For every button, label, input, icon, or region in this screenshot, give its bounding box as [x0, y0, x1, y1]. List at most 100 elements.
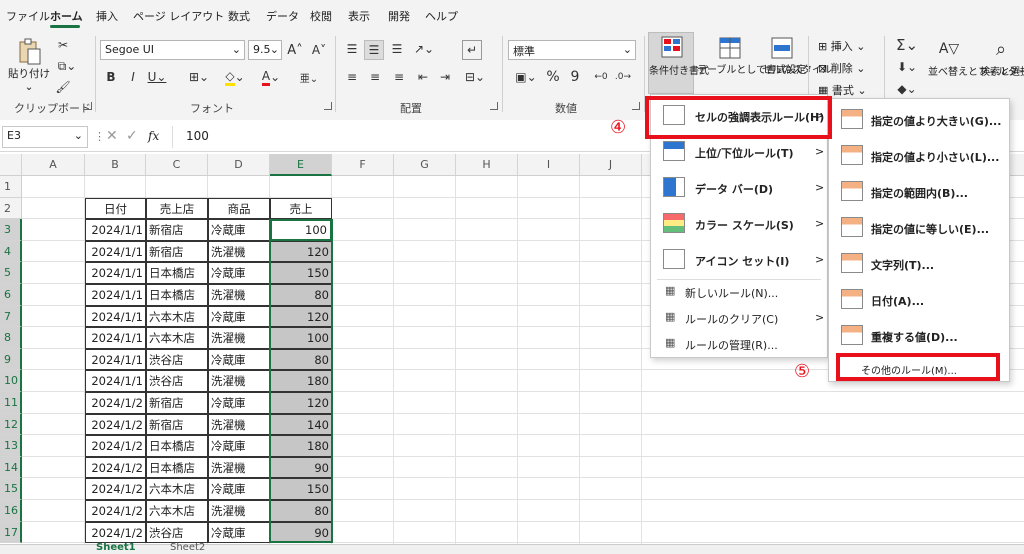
row-header-13[interactable]: 13: [0, 435, 22, 457]
menu-item-label[interactable]: ルールの管理(R)...: [685, 337, 778, 353]
row-header-1[interactable]: 1: [0, 176, 22, 198]
sales-cell[interactable]: 90: [270, 456, 332, 479]
row-header-14[interactable]: 14: [0, 456, 22, 479]
table-cell[interactable]: 2024/1/1: [85, 327, 146, 349]
table-cell[interactable]: 六本木店: [146, 327, 208, 349]
column-header-c[interactable]: C: [146, 154, 208, 176]
decrease-decimal-icon[interactable]: .0→: [614, 68, 632, 86]
paste-icon[interactable]: [14, 38, 44, 66]
bold-button[interactable]: B: [104, 68, 118, 86]
decrease-indent-icon[interactable]: ⇤: [414, 68, 432, 86]
column-header-j[interactable]: J: [580, 154, 642, 176]
column-header-d[interactable]: D: [208, 154, 270, 176]
row-header-2[interactable]: 2: [0, 197, 22, 220]
table-cell[interactable]: 洗濯機: [208, 327, 270, 349]
column-header-f[interactable]: F: [332, 154, 394, 176]
italic-button[interactable]: I: [126, 68, 140, 86]
row-header-16[interactable]: 16: [0, 500, 22, 522]
submenu-item-label[interactable]: 指定の値より大きい(G)...: [871, 113, 1001, 129]
table-cell[interactable]: 2024/1/1: [85, 219, 146, 241]
tab-formulas[interactable]: 数式: [228, 8, 250, 24]
table-cell[interactable]: 冷蔵庫: [208, 392, 270, 414]
column-header-a[interactable]: A: [22, 154, 85, 176]
align-top-icon[interactable]: ☰: [343, 40, 361, 58]
clear-icon[interactable]: ◆⌄: [894, 80, 920, 98]
find-select-icon[interactable]: ⌕: [988, 36, 1014, 62]
column-header-g[interactable]: G: [394, 154, 456, 176]
row-header-10[interactable]: 10: [0, 370, 22, 392]
underline-button[interactable]: U ⌄: [146, 68, 168, 86]
conditional-format-button[interactable]: 条件付き書式: [648, 32, 709, 94]
row-header-6[interactable]: 6: [0, 284, 22, 306]
table-cell[interactable]: 新宿店: [146, 392, 208, 414]
table-cell[interactable]: 2024/1/1: [85, 240, 146, 263]
align-center-icon[interactable]: ≡: [366, 68, 384, 86]
find-select-button[interactable]: 検索と選択: [980, 66, 1024, 79]
table-header-cell[interactable]: 売上店: [146, 197, 208, 220]
borders-icon[interactable]: ⊞⌄: [186, 68, 212, 86]
row-header-11[interactable]: 11: [0, 392, 22, 414]
table-cell[interactable]: 渋谷店: [146, 521, 208, 544]
sales-cell[interactable]: 180: [270, 370, 332, 392]
row-header-3[interactable]: 3: [0, 219, 22, 241]
confirm-icon[interactable]: ✓: [126, 128, 138, 144]
row-header-15[interactable]: 15: [0, 478, 22, 500]
table-header-cell[interactable]: 日付: [85, 197, 146, 220]
table-cell[interactable]: 新宿店: [146, 413, 208, 436]
column-header-b[interactable]: B: [85, 154, 146, 176]
tab-home[interactable]: ホーム: [50, 8, 83, 24]
format-painter-icon[interactable]: 🖌: [54, 78, 72, 96]
table-cell[interactable]: 洗濯機: [208, 500, 270, 522]
phonetic-icon[interactable]: 亜⌄: [296, 68, 322, 86]
table-cell[interactable]: 冷蔵庫: [208, 262, 270, 284]
tab-insert[interactable]: 挿入: [96, 8, 118, 24]
table-cell[interactable]: 日本橋店: [146, 456, 208, 479]
column-header-h[interactable]: H: [456, 154, 518, 176]
table-cell[interactable]: 2024/1/1: [85, 370, 146, 392]
align-bottom-icon[interactable]: ☰: [388, 40, 406, 58]
font-color-icon[interactable]: A ⌄: [258, 68, 284, 86]
sales-cell[interactable]: 80: [270, 500, 332, 522]
align-middle-icon[interactable]: ☰: [364, 40, 384, 60]
tab-developer[interactable]: 開発: [388, 8, 410, 24]
number-launcher-icon[interactable]: [632, 102, 640, 110]
format-as-table-button[interactable]: テーブルとして書式設定: [697, 34, 806, 94]
delete-cells-button[interactable]: ⊠ 削除 ⌄: [818, 60, 865, 76]
merge-center-icon[interactable]: ⊟⌄: [462, 68, 488, 86]
table-cell[interactable]: 冷蔵庫: [208, 219, 270, 241]
currency-icon[interactable]: ▣⌄: [512, 68, 540, 86]
submenu-item-label[interactable]: 重複する値(D)...: [871, 329, 958, 345]
table-cell[interactable]: 2024/1/2: [85, 478, 146, 500]
sales-cell[interactable]: 150: [270, 478, 332, 500]
table-cell[interactable]: 2024/1/1: [85, 284, 146, 306]
autosum-icon[interactable]: Σ⌄: [894, 36, 920, 54]
table-header-cell[interactable]: 売上: [270, 197, 332, 220]
sales-cell[interactable]: 120: [270, 392, 332, 414]
table-cell[interactable]: 2024/1/2: [85, 392, 146, 414]
table-cell[interactable]: 六本木店: [146, 305, 208, 328]
insert-function-button[interactable]: fx: [148, 129, 159, 143]
row-header-7[interactable]: 7: [0, 305, 22, 328]
table-cell[interactable]: 日本橋店: [146, 435, 208, 457]
row-header-9[interactable]: 9: [0, 348, 22, 371]
increase-font-icon[interactable]: A˄: [286, 40, 304, 60]
formula-input[interactable]: 100: [186, 129, 209, 143]
decrease-font-icon[interactable]: A˅: [310, 40, 328, 60]
percent-button[interactable]: %: [544, 68, 562, 86]
cell-styles-button[interactable]: セルのスタイル: [762, 34, 832, 94]
menu-item-label[interactable]: 新しいルール(N)...: [685, 285, 778, 301]
name-box[interactable]: E3 ⌄: [2, 126, 88, 148]
font-size-select[interactable]: 9.5 ⌄: [248, 40, 282, 60]
table-cell[interactable]: 2024/1/1: [85, 305, 146, 328]
table-cell[interactable]: 冷蔵庫: [208, 478, 270, 500]
table-cell[interactable]: 洗濯機: [208, 284, 270, 306]
cancel-icon[interactable]: ✕: [106, 128, 118, 144]
table-cell[interactable]: 2024/1/2: [85, 500, 146, 522]
sales-cell[interactable]: 80: [270, 284, 332, 306]
sort-filter-button[interactable]: 並べ替えとフィルター: [928, 66, 1024, 79]
table-cell[interactable]: 六本木店: [146, 500, 208, 522]
submenu-item-label[interactable]: 文字列(T)...: [871, 257, 934, 273]
copy-icon[interactable]: ⧉⌄: [54, 57, 80, 75]
table-cell[interactable]: 2024/1/2: [85, 413, 146, 436]
align-right-icon[interactable]: ≡: [390, 68, 408, 86]
